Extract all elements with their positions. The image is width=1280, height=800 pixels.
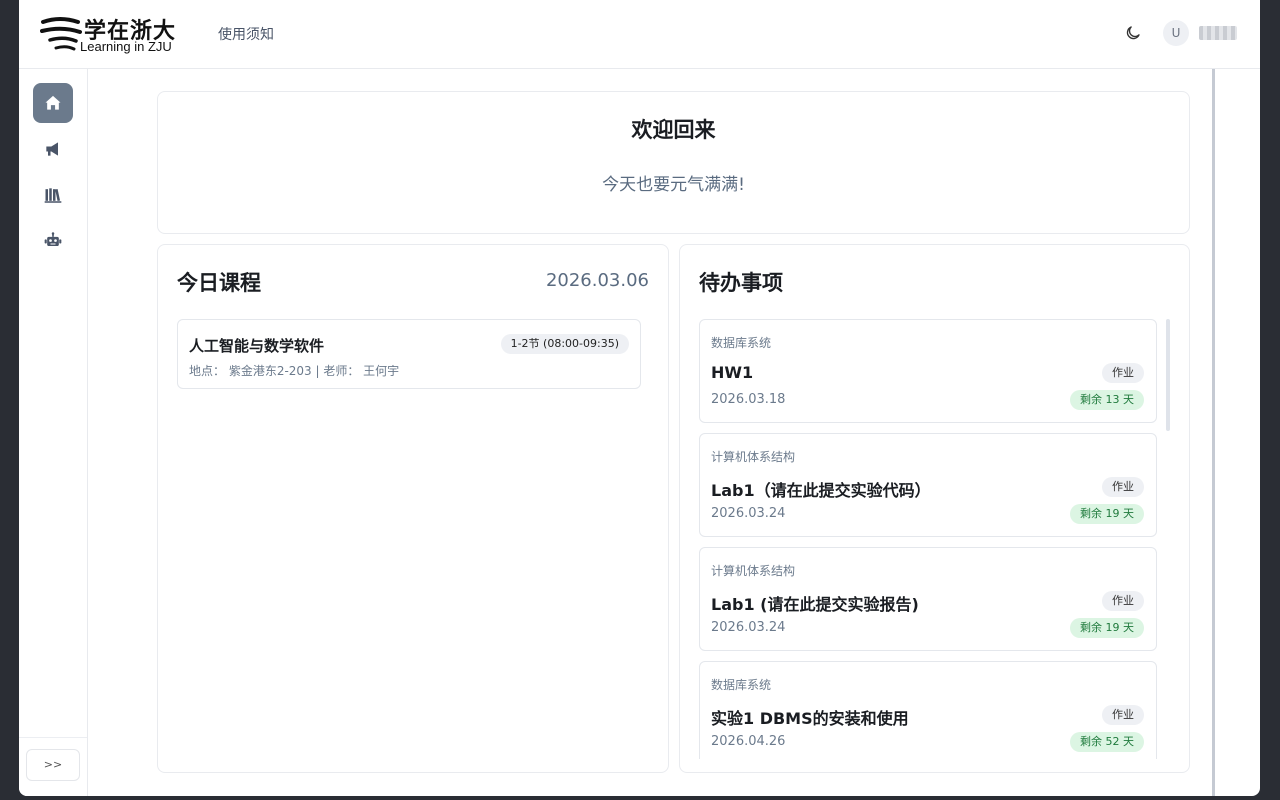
course-item[interactable]: 人工智能与数学软件 1-2节 (08:00-09:35) 地点： 紫金港东2-2… (177, 319, 641, 389)
todo-title: 实验1 DBMS的安装和使用 (711, 709, 909, 728)
sidebar-expand-button[interactable]: >> (26, 749, 80, 781)
dark-mode-toggle-icon[interactable] (1124, 24, 1142, 42)
usage-notice-link[interactable]: 使用须知 (218, 24, 274, 44)
sidebar-divider (19, 737, 87, 738)
todo-due-date: 2026.04.26 (711, 734, 786, 749)
todo-title: Lab1 (请在此提交实验报告) (711, 595, 919, 614)
todo-remaining-badge: 剩余 52 天 (1070, 732, 1144, 752)
todo-remaining-badge: 剩余 19 天 (1070, 504, 1144, 524)
welcome-subtitle: 今天也要元气满满! (602, 175, 745, 195)
sidebar-item-ai-assistant[interactable] (33, 221, 73, 261)
logo-text-en: Learning in ZJU (80, 39, 172, 54)
todo-remaining-badge: 剩余 13 天 (1070, 390, 1144, 410)
robot-icon (44, 232, 62, 246)
logo-mark-icon (40, 17, 82, 51)
todos-title: 待办事项 (699, 271, 783, 295)
avatar[interactable]: U (1163, 20, 1189, 46)
todo-title: HW1 (711, 363, 754, 382)
sidebar-item-courses[interactable] (33, 175, 73, 215)
course-time-badge: 1-2节 (08:00-09:35) (500, 334, 629, 354)
main-scrollbar[interactable] (1212, 69, 1215, 796)
top-bar: 学在浙大 Learning in ZJU 使用须知 U ████ (19, 0, 1260, 69)
todo-title: Lab1（请在此提交实验代码） (711, 481, 931, 500)
todo-card: 待办事项 数据库系统 HW1 2026.03.18 作业 剩余 13 天 计算机… (679, 244, 1190, 773)
todo-item[interactable]: 计算机体系结构 Lab1 (请在此提交实验报告) 2026.03.24 作业 剩… (699, 547, 1157, 651)
home-icon (45, 95, 61, 110)
todo-item[interactable]: 计算机体系结构 Lab1（请在此提交实验代码） 2026.03.24 作业 剩余… (699, 433, 1157, 537)
todo-course: 数据库系统 (711, 678, 772, 692)
todo-type-badge: 作业 (1102, 705, 1144, 725)
logo[interactable]: 学在浙大 Learning in ZJU (40, 12, 180, 56)
course-name: 人工智能与数学软件 (189, 337, 325, 355)
todo-type-badge: 作业 (1102, 363, 1144, 383)
todo-course: 计算机体系结构 (711, 450, 796, 464)
courses-title: 今日课程 (177, 271, 261, 295)
course-location-teacher: 地点： 紫金港东2-203 | 老师： 王何宇 (189, 364, 400, 378)
todo-due-date: 2026.03.18 (711, 392, 786, 407)
todo-scrollbar[interactable] (1166, 319, 1170, 431)
today-courses-card: 今日课程 2026.03.06 人工智能与数学软件 1-2节 (08:00-09… (157, 244, 669, 773)
welcome-title: 欢迎回来 (631, 118, 716, 142)
todo-type-badge: 作业 (1102, 477, 1144, 497)
todo-course: 数据库系统 (711, 336, 772, 350)
todo-item[interactable]: 数据库系统 HW1 2026.03.18 作业 剩余 13 天 (699, 319, 1157, 423)
megaphone-icon (46, 142, 58, 156)
courses-date: 2026.03.06 (545, 270, 649, 291)
sidebar-item-announcements[interactable] (33, 129, 73, 169)
todo-due-date: 2026.03.24 (711, 620, 786, 635)
todo-type-badge: 作业 (1102, 591, 1144, 611)
todo-list: 数据库系统 HW1 2026.03.18 作业 剩余 13 天 计算机体系结构 … (699, 319, 1157, 759)
sidebar-item-home[interactable] (33, 83, 73, 123)
app-window: 学在浙大 Learning in ZJU 使用须知 U ████ (19, 0, 1260, 796)
todo-item[interactable]: 数据库系统 实验1 DBMS的安装和使用 2026.04.26 作业 剩余 52… (699, 661, 1157, 759)
todo-remaining-badge: 剩余 19 天 (1070, 618, 1144, 638)
books-icon (44, 188, 62, 203)
welcome-card: 欢迎回来 今天也要元气满满! (157, 91, 1190, 234)
sidebar: >> (19, 69, 88, 796)
username-blurred[interactable]: ████ (1199, 26, 1237, 40)
bottom-edge (0, 796, 1280, 800)
todo-course: 计算机体系结构 (711, 564, 796, 578)
todo-due-date: 2026.03.24 (711, 506, 786, 521)
